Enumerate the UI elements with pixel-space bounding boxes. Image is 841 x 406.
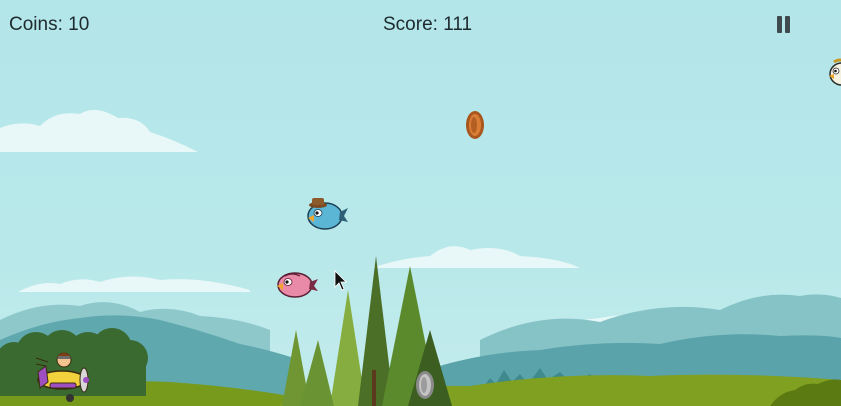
coins-counter: Coins: 10 bbox=[9, 14, 89, 36]
pause-button[interactable] bbox=[772, 13, 794, 37]
game-screen[interactable]: Coins: 10 Score: 111 bbox=[0, 0, 841, 406]
coins-value: 10 bbox=[68, 14, 90, 35]
cloud-mid-left bbox=[18, 276, 250, 292]
cloud-left bbox=[0, 109, 198, 152]
score-value: 111 bbox=[443, 14, 473, 35]
yellow-bird-enemy bbox=[829, 58, 841, 86]
pink-bird-enemy bbox=[277, 272, 318, 298]
bronze-coin bbox=[466, 111, 484, 139]
mouse-cursor-icon bbox=[334, 270, 347, 291]
score-counter: Score: 111 bbox=[383, 14, 472, 36]
silver-coin bbox=[416, 371, 434, 399]
game-scene bbox=[0, 58, 841, 406]
score-label: Score: bbox=[383, 14, 438, 35]
cloud-center bbox=[372, 246, 580, 268]
coins-label: Coins: bbox=[9, 14, 63, 35]
blue-bird-enemy bbox=[307, 198, 348, 230]
